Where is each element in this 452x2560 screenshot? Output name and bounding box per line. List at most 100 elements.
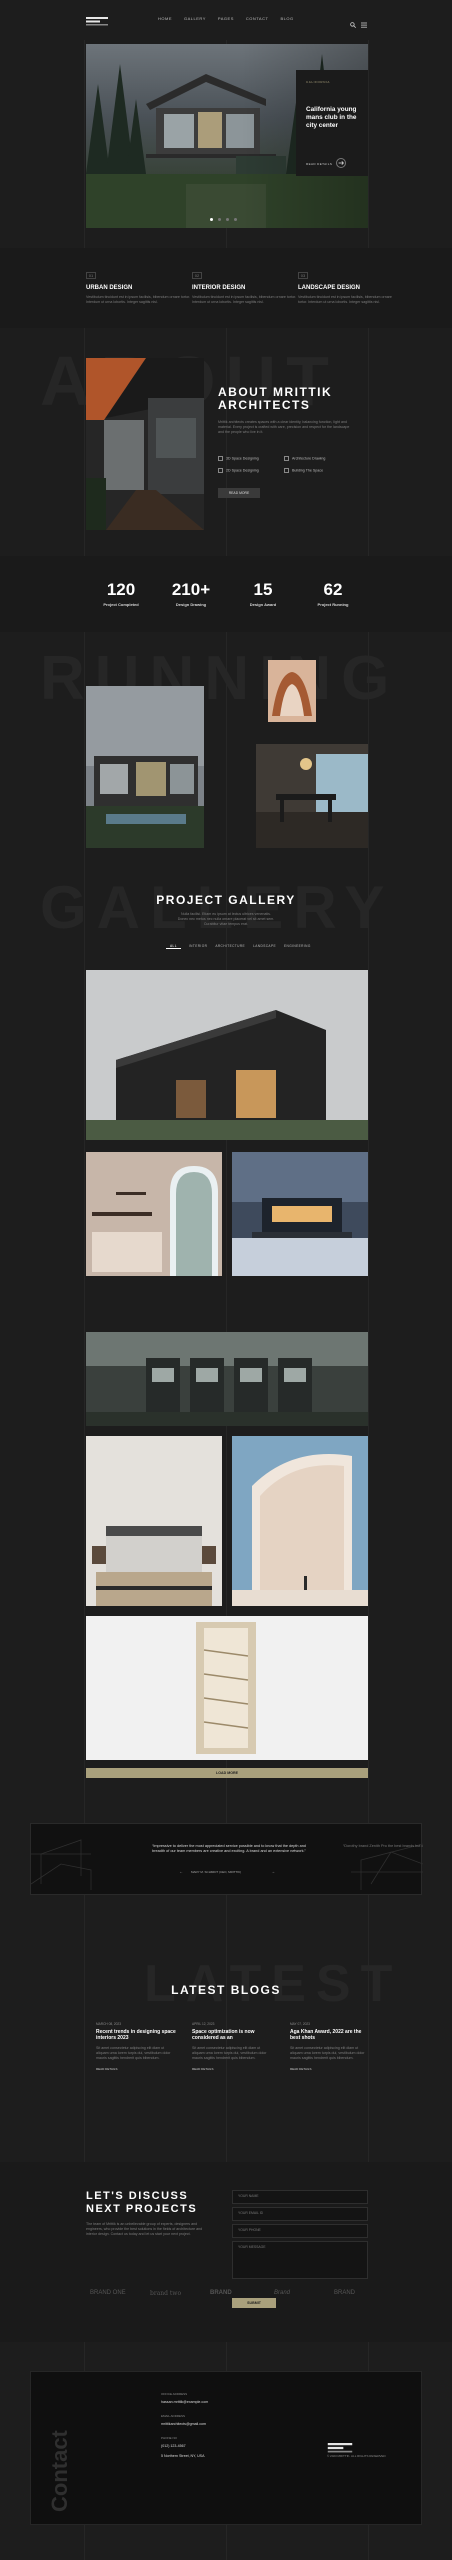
- gallery-item[interactable]: [86, 1152, 222, 1276]
- gallery-staircase-illustration: [86, 1616, 368, 1760]
- email-field[interactable]: YOUR EMAIL ID: [232, 2207, 368, 2221]
- gallery-snow-house: [232, 1152, 368, 1276]
- service-text: Vestibulum tincidunt est in ipsum facili…: [192, 295, 297, 305]
- brand-logo: BRAND: [210, 2290, 232, 2296]
- nav-item-pages[interactable]: PAGES: [218, 16, 234, 21]
- gallery-bedroom-illustration: [86, 1436, 222, 1606]
- about-house-illustration: [86, 358, 204, 530]
- about-title-line2: ARCHITECTS: [218, 398, 311, 412]
- service-card: 03 LANDSCAPE DESIGN Vestibulum tincidunt…: [298, 272, 408, 305]
- stat-label: Design Drawing: [175, 602, 207, 607]
- gallery-item[interactable]: [86, 970, 368, 1140]
- blog-read-details[interactable]: READ DETAILS: [192, 2067, 272, 2071]
- menu-icon[interactable]: [361, 15, 367, 33]
- load-more-button[interactable]: LOAD MORE: [86, 1768, 368, 1778]
- main-nav: HOME GALLERY PAGES CONTACT BLOG: [158, 16, 294, 21]
- feature-label: Architecture Drawing: [292, 456, 326, 461]
- gallery-item[interactable]: [232, 1152, 368, 1276]
- logo[interactable]: [86, 13, 108, 31]
- service-text: Vestibulum tincidunt est in ipsum facili…: [86, 295, 191, 305]
- blog-title[interactable]: Space optimization is now considered as …: [192, 2029, 272, 2042]
- stat-label: Project Completed: [103, 602, 139, 607]
- gallery-item[interactable]: [86, 1436, 222, 1606]
- testimonial-section: “Impressive to deliver the most apprecia…: [30, 1823, 423, 1895]
- blog-text: Sit amet consectetur adipiscing elit dia…: [290, 2045, 365, 2061]
- stat-label: Project Running: [317, 602, 349, 607]
- gallery-black-house: [86, 970, 368, 1140]
- running-arch-illustration: [268, 660, 316, 722]
- blog-text: Sit amet consectetur adipiscing elit dia…: [96, 2045, 171, 2061]
- stat-item: 62 Project Running: [298, 580, 368, 607]
- discuss-title-line2: NEXT PROJECTS: [86, 2203, 198, 2215]
- address-label: OFFICE ADDRESS: [161, 2392, 188, 2396]
- email-value[interactable]: mrittikarchitects@gmail.com: [161, 2422, 206, 2426]
- testimonial-quote-next: “Dorothy brand Zenith Pro the best brand…: [343, 1844, 423, 1848]
- location-value: 5 Northern Street, NY, USA: [161, 2454, 205, 2458]
- gallery-item[interactable]: [232, 1436, 368, 1606]
- footer-vertical-text: Contact: [47, 2430, 72, 2512]
- submit-button[interactable]: SUBMIT: [232, 2298, 276, 2308]
- search-icon[interactable]: [350, 15, 356, 33]
- filter-landscape[interactable]: LANDSCAPE: [253, 944, 276, 949]
- gallery-item[interactable]: [86, 1616, 368, 1760]
- check-icon: [284, 468, 289, 473]
- hero-title: California young mans club in the city c…: [306, 106, 357, 129]
- nav-item-home[interactable]: HOME: [158, 16, 172, 21]
- filter-engineering[interactable]: ENGINEERING: [284, 944, 311, 949]
- nav-item-blog[interactable]: BLOG: [280, 16, 293, 21]
- stat-value: 120: [106, 580, 136, 599]
- site-footer: Contact OFFICE ADDRESS hassan.mrittik@ex…: [30, 2371, 422, 2525]
- feature-item: Architecture Drawing: [284, 456, 325, 461]
- name-field[interactable]: YOUR NAME: [232, 2190, 368, 2204]
- phone-value[interactable]: (012) 123-4567: [161, 2444, 186, 2448]
- blogs-title: LATEST BLOGS: [171, 1983, 281, 1997]
- hero-badge: CALIFORNIA: [306, 80, 331, 84]
- blog-card[interactable]: APRIL 12, 2023 Space optimization is now…: [192, 2022, 272, 2071]
- blog-date: MAY 07, 2023: [290, 2022, 310, 2026]
- blog-title[interactable]: Aga Khan Award, 2022 are the best shots: [290, 2029, 370, 2042]
- logo-mark-icon: [86, 17, 108, 26]
- slider-dot[interactable]: [234, 218, 237, 221]
- arrow-right-icon[interactable]: →: [271, 1869, 275, 1874]
- arrow-left-icon[interactable]: ←: [179, 1869, 183, 1874]
- message-field[interactable]: YOUR MESSAGE: [232, 2241, 368, 2279]
- blog-read-details[interactable]: READ DETAILS: [290, 2067, 370, 2071]
- phone-field[interactable]: YOUR PHONE: [232, 2224, 368, 2238]
- slider-dot[interactable]: [226, 218, 229, 221]
- filter-all[interactable]: ALL: [166, 944, 181, 949]
- filter-architecture[interactable]: ARCHITECTURE: [215, 944, 245, 949]
- stat-label: Design Award: [249, 602, 277, 607]
- about-read-more-button[interactable]: READ MORE: [218, 488, 260, 498]
- blog-text: Sit amet consectetur adipiscing elit dia…: [192, 2045, 267, 2061]
- running-image-house: [86, 686, 204, 848]
- blog-title[interactable]: Recent trends in designing space interio…: [96, 2029, 176, 2042]
- hero-read-details[interactable]: READ DETAILS: [306, 162, 332, 166]
- service-title: INTERIOR DESIGN: [192, 285, 246, 291]
- discuss-heading: LET'S DISCUSS NEXT PROJECTS: [86, 2190, 197, 2216]
- site-header: HOME GALLERY PAGES CONTACT BLOG: [0, 0, 452, 40]
- blog-card[interactable]: MARCH 08, 2023 Recent trends in designin…: [96, 2022, 176, 2071]
- hero-card: CALIFORNIA California young mans club in…: [296, 70, 368, 176]
- filter-interior[interactable]: INTERIOR: [189, 944, 207, 949]
- service-card: 02 INTERIOR DESIGN Vestibulum tincidunt …: [192, 272, 312, 305]
- phone-label: PHONE NO: [161, 2436, 178, 2440]
- gallery-item[interactable]: [86, 1332, 368, 1426]
- running-interior-illustration: [256, 744, 368, 848]
- brand-logo: BRAND ONE: [90, 2290, 126, 2296]
- feature-item: 3D Space Designing: [218, 456, 259, 461]
- blog-read-details[interactable]: READ DETAILS: [96, 2067, 176, 2071]
- brand-logo: brand two: [150, 2290, 182, 2297]
- nav-item-gallery[interactable]: GALLERY: [184, 16, 206, 21]
- about-image: [86, 358, 204, 530]
- slider-dot-active[interactable]: [210, 218, 213, 221]
- nav-item-contact[interactable]: CONTACT: [246, 16, 269, 21]
- services-section: 01 URBAN DESIGN Vestibulum tincidunt est…: [0, 248, 452, 328]
- slider-dot[interactable]: [218, 218, 221, 221]
- running-image-interior: [256, 744, 368, 848]
- address-value[interactable]: hassan.mrittik@example.com: [161, 2400, 208, 2404]
- stat-item: 120 Project Completed: [86, 580, 156, 607]
- arrow-right-icon[interactable]: [336, 158, 346, 168]
- brand-logo: Brand: [274, 2290, 291, 2296]
- blog-date: APRIL 12, 2023: [192, 2022, 215, 2026]
- blog-card[interactable]: MAY 07, 2023 Aga Khan Award, 2022 are th…: [290, 2022, 370, 2071]
